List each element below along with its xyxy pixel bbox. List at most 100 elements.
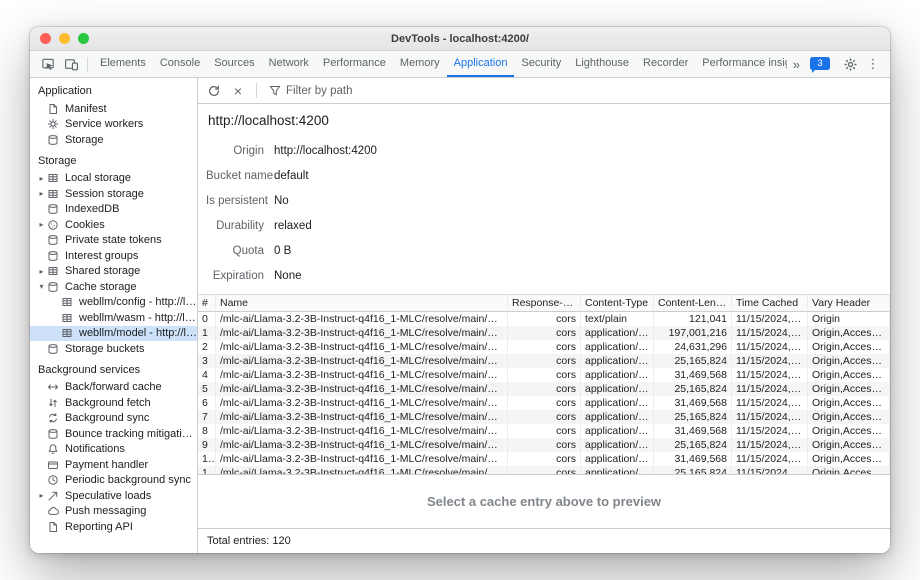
cell-response-type: cors	[508, 354, 581, 368]
sidebar-item-periodic-background-sync[interactable]: Periodic background sync	[30, 473, 197, 489]
tab-elements[interactable]: Elements	[93, 51, 153, 77]
table-row[interactable]: 6/mlc-ai/Llama-3.2-3B-Instruct-q4f16_1-M…	[198, 396, 890, 410]
cell-response-type: cors	[508, 424, 581, 438]
sidebar-item-interest-groups[interactable]: Interest groups	[30, 248, 197, 264]
chevron-right-icon[interactable]: ▸	[36, 220, 47, 229]
sidebar-item-webllm-wasm-http-loca[interactable]: webllm/wasm - http://loca…	[30, 310, 197, 326]
sidebar-item-bounce-tracking-mitigations[interactable]: Bounce tracking mitigations	[30, 426, 197, 442]
sidebar-item-payment-handler[interactable]: Payment handler	[30, 457, 197, 473]
column-header-content-length[interactable]: Content-Length	[654, 295, 732, 312]
table-row[interactable]: 7/mlc-ai/Llama-3.2-3B-Instruct-q4f16_1-M…	[198, 410, 890, 424]
sidebar-item-service-workers[interactable]: Service workers	[30, 117, 197, 133]
sidebar-item-webllm-model-http-loc[interactable]: webllm/model - http://loc…	[30, 326, 197, 342]
kebab-menu-icon[interactable]: ⋮	[862, 53, 884, 75]
cell-content-length: 31,469,568	[654, 396, 732, 410]
table-icon	[47, 188, 60, 200]
column-header-vary-header[interactable]: Vary Header	[808, 295, 890, 312]
sidebar-item-shared-storage[interactable]: ▸Shared storage	[30, 264, 197, 280]
sidebar-item-label: Payment handler	[65, 459, 148, 471]
chevron-right-icon[interactable]: ▸	[36, 174, 47, 183]
cell-response-type: cors	[508, 396, 581, 410]
filter-placeholder: Filter by path	[286, 85, 352, 97]
delete-selected-icon[interactable]: ×	[228, 81, 248, 101]
sidebar-item-background-fetch[interactable]: Background fetch	[30, 395, 197, 411]
chevron-right-icon[interactable]: ▸	[36, 189, 47, 198]
table-row[interactable]: 3/mlc-ai/Llama-3.2-3B-Instruct-q4f16_1-M…	[198, 354, 890, 368]
sidebar-item-webllm-config-http-loc[interactable]: webllm/config - http://loc…	[30, 295, 197, 311]
sidebar-item-push-messaging[interactable]: Push messaging	[30, 504, 197, 520]
refresh-icon[interactable]	[204, 81, 224, 101]
tab-security[interactable]: Security	[514, 51, 568, 77]
table-row[interactable]: 11/mlc-ai/Llama-3.2-3B-Instruct-q4f16_1-…	[198, 466, 890, 475]
cell-content-length: 31,469,568	[654, 368, 732, 382]
chevron-right-icon[interactable]: ▸	[36, 267, 47, 276]
table-row[interactable]: 9/mlc-ai/Llama-3.2-3B-Instruct-q4f16_1-M…	[198, 438, 890, 452]
table-row[interactable]: 4/mlc-ai/Llama-3.2-3B-Instruct-q4f16_1-M…	[198, 368, 890, 382]
devtools-body: ApplicationManifestService workersStorag…	[30, 78, 890, 553]
tab-application[interactable]: Application	[447, 51, 515, 77]
toolbar-divider	[256, 83, 257, 98]
sidebar-item-notifications[interactable]: Notifications	[30, 442, 197, 458]
sidebar-item-label: Private state tokens	[65, 234, 162, 246]
more-tabs-button[interactable]: »	[788, 57, 805, 72]
chevron-right-icon[interactable]: ▸	[36, 491, 47, 500]
inspect-element-icon[interactable]	[37, 53, 59, 75]
settings-gear-icon[interactable]	[839, 53, 861, 75]
sidebar-item-label: IndexedDB	[65, 203, 119, 215]
sidebar-item-label: Background sync	[65, 412, 149, 424]
cell-name: /mlc-ai/Llama-3.2-3B-Instruct-q4f16_1-ML…	[216, 410, 508, 424]
tab-performance[interactable]: Performance	[316, 51, 393, 77]
cache-meta-row-bucket-name: Bucket namedefault	[206, 163, 890, 188]
sidebar-item-speculative-loads[interactable]: ▸Speculative loads	[30, 488, 197, 504]
sidebar-item-storage-buckets[interactable]: Storage buckets	[30, 341, 197, 357]
sidebar-item-cache-storage[interactable]: ▾Cache storage	[30, 279, 197, 295]
tab-network[interactable]: Network	[262, 51, 316, 77]
table-row[interactable]: 10/mlc-ai/Llama-3.2-3B-Instruct-q4f16_1-…	[198, 452, 890, 466]
table-row[interactable]: 1/mlc-ai/Llama-3.2-3B-Instruct-q4f16_1-M…	[198, 326, 890, 340]
column-header-[interactable]: #	[198, 295, 216, 312]
sidebar-item-private-state-tokens[interactable]: Private state tokens	[30, 233, 197, 249]
cell-time-cached: 11/15/2024, 10…	[732, 382, 808, 396]
sidebar-item-session-storage[interactable]: ▸Session storage	[30, 186, 197, 202]
table-row[interactable]: 8/mlc-ai/Llama-3.2-3B-Instruct-q4f16_1-M…	[198, 424, 890, 438]
tab-label: Application	[454, 57, 508, 69]
sidebar-item-back-forward-cache[interactable]: Back/forward cache	[30, 380, 197, 396]
tab-recorder[interactable]: Recorder	[636, 51, 695, 77]
sidebar-item-cookies[interactable]: ▸Cookies	[30, 217, 197, 233]
sidebar-item-reporting-api[interactable]: Reporting API	[30, 519, 197, 535]
column-header-content-type[interactable]: Content-Type	[581, 295, 654, 312]
sidebar-item-local-storage[interactable]: ▸Local storage	[30, 171, 197, 187]
zoom-window-button[interactable]	[78, 33, 89, 44]
chevron-down-icon[interactable]: ▾	[36, 282, 47, 291]
cell-content-type: application/oc…	[581, 368, 654, 382]
column-header-name[interactable]: Name	[216, 295, 508, 312]
tab-sources[interactable]: Sources	[207, 51, 261, 77]
sidebar-item-background-sync[interactable]: Background sync	[30, 411, 197, 427]
sidebar-item-indexeddb[interactable]: IndexedDB	[30, 202, 197, 218]
window-titlebar[interactable]: DevTools - localhost:4200/	[30, 27, 890, 51]
table-row[interactable]: 5/mlc-ai/Llama-3.2-3B-Instruct-q4f16_1-M…	[198, 382, 890, 396]
sidebar-item-manifest[interactable]: Manifest	[30, 101, 197, 117]
cell-time-cached: 11/15/2024, 10…	[732, 396, 808, 410]
tab-console[interactable]: Console	[153, 51, 207, 77]
device-toolbar-icon[interactable]	[60, 53, 82, 75]
close-window-button[interactable]	[40, 33, 51, 44]
table-row[interactable]: 0/mlc-ai/Llama-3.2-3B-Instruct-q4f16_1-M…	[198, 312, 890, 326]
tab-performance-insights[interactable]: Performance insights	[695, 51, 786, 77]
meta-value: http://localhost:4200	[274, 145, 890, 157]
minimize-window-button[interactable]	[59, 33, 70, 44]
sidebar-item-label: Storage	[65, 134, 104, 146]
console-messages-badge[interactable]: 3	[810, 57, 830, 70]
filter-by-path-input[interactable]: Filter by path	[265, 85, 356, 97]
column-header-response-type[interactable]: Response-Type	[508, 295, 581, 312]
tab-memory[interactable]: Memory	[393, 51, 447, 77]
table-row[interactable]: 2/mlc-ai/Llama-3.2-3B-Instruct-q4f16_1-M…	[198, 340, 890, 354]
meta-label: Bucket name	[206, 170, 264, 182]
tab-label: Network	[269, 57, 309, 69]
cell-content-type: application/oc…	[581, 424, 654, 438]
column-header-time-cached[interactable]: Time Cached	[732, 295, 808, 312]
cell-name: /mlc-ai/Llama-3.2-3B-Instruct-q4f16_1-ML…	[216, 312, 508, 326]
tab-lighthouse[interactable]: Lighthouse	[568, 51, 636, 77]
sidebar-item-storage[interactable]: Storage	[30, 132, 197, 148]
sidebar-item-label: webllm/config - http://loc…	[79, 296, 197, 308]
